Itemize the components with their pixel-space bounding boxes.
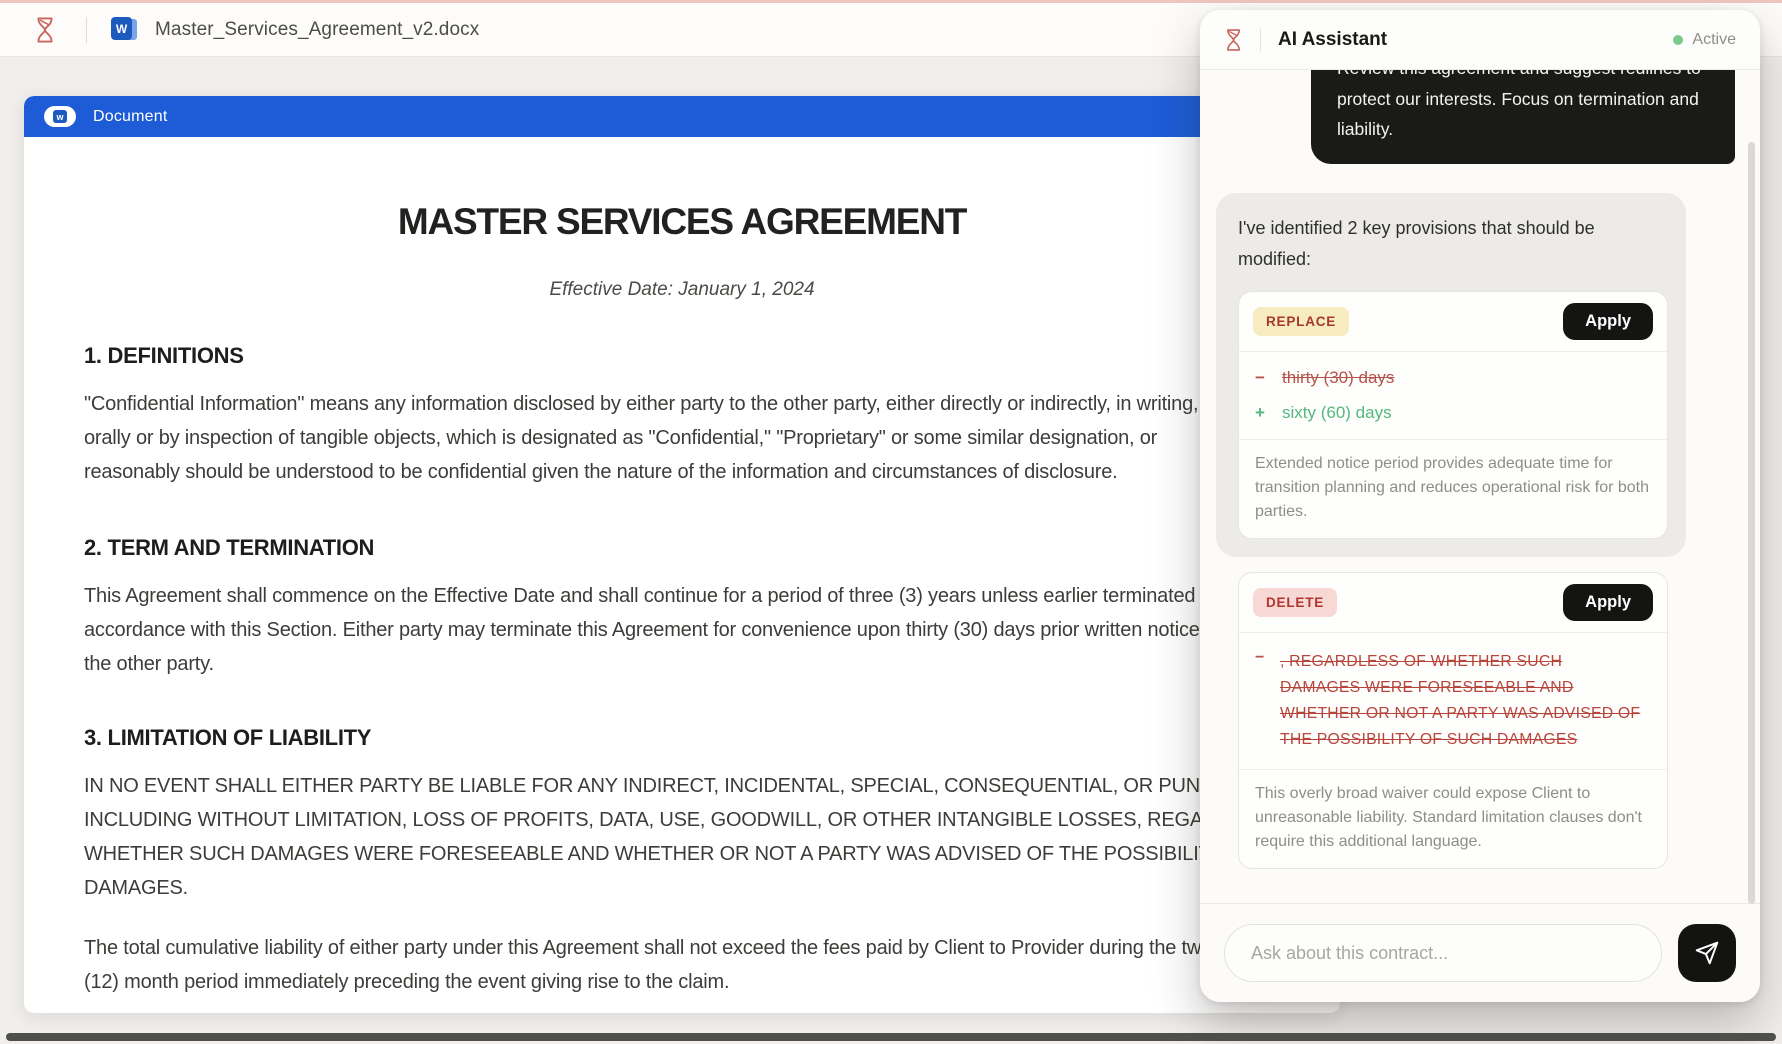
minus-icon: − [1255,368,1267,388]
horizontal-scrollbar[interactable] [6,1033,1776,1041]
status-label: Active [1692,31,1736,49]
assistant-message-bubble: I've identified 2 key provisions that sh… [1216,193,1686,557]
apply-replace-button[interactable]: Apply [1563,303,1653,340]
document-title: MASTER SERVICES AGREEMENT [84,201,1340,247]
hourglass-logo [34,15,56,45]
suggestion-card-delete: DELETE Apply − , REGARDLESS OF WHETHER S… [1238,572,1668,869]
added-text: sixty (60) days [1282,403,1392,423]
document-filename-tab[interactable]: Master_Services_Agreement_v2.docx [155,19,479,41]
hourglass-logo [1224,27,1243,53]
active-dot [1673,35,1683,45]
assistant-input-bar [1200,903,1760,1002]
text-line: reasonably should be understood to be co… [84,455,1340,489]
text-line: THE POSSIBILITY OF SUCH DAMAGES [1280,727,1640,753]
delete-badge: DELETE [1253,588,1337,617]
text-line: , REGARDLESS OF WHETHER SUCH [1280,649,1640,675]
text-line: This Agreement shall commence on the Eff… [84,579,1340,613]
chat-input[interactable] [1224,924,1662,982]
document-viewer: w Document MASTER SERVICES AGREEMENT Eff… [24,96,1340,1013]
topbar-divider [86,17,87,43]
apply-delete-button[interactable]: Apply [1563,584,1653,621]
suggestion-note: Extended notice period provides adequate… [1239,440,1667,538]
suggestion-note: This overly broad waiver could expose Cl… [1239,770,1667,868]
assistant-intro-text: I've identified 2 key provisions that sh… [1238,213,1668,275]
text-line: (12) month period immediately preceding … [84,965,1340,999]
replace-badge: REPLACE [1253,307,1349,336]
paper-plane-icon [1694,940,1720,966]
document-viewer-header: w Document [24,96,1340,137]
text-line: the other party. [84,647,1340,681]
send-button[interactable] [1678,924,1736,982]
section-paragraph: The total cumulative liability of either… [84,931,1340,999]
diff-zone: − , REGARDLESS OF WHETHER SUCHDAMAGES WE… [1239,633,1667,769]
text-line: WHETHER OR NOT A PARTY WAS ADVISED OF [1280,701,1640,727]
diff-added-row: + sixty (60) days [1255,403,1651,423]
text-line: INCLUDING WITHOUT LIMITATION, LOSS OF PR… [84,803,1340,837]
ai-assistant-panel: Review this agreement and suggest redlin… [1200,10,1760,1002]
section-paragraph: "Confidential Information" means any inf… [84,387,1340,489]
section-heading-definitions: 1. DEFINITIONS [84,343,1340,371]
section-paragraph: IN NO EVENT SHALL EITHER PARTY BE LIABLE… [84,769,1340,905]
text-line: "Confidential Information" means any inf… [84,387,1340,421]
diff-removed-row: − thirty (30) days [1255,368,1651,388]
text-line: IN NO EVENT SHALL EITHER PARTY BE LIABLE… [84,769,1340,803]
text-line: DAMAGES WERE FORESEEABLE AND [1280,675,1640,701]
removed-text-lines: , REGARDLESS OF WHETHER SUCHDAMAGES WERE… [1280,649,1640,753]
diff-removed-block: − , REGARDLESS OF WHETHER SUCHDAMAGES WE… [1255,649,1651,753]
document-icon: w [44,106,76,127]
diff-zone: − thirty (30) days + sixty (60) days [1239,352,1667,439]
text-line: orally or by inspection of tangible obje… [84,421,1340,455]
document-body: MASTER SERVICES AGREEMENT Effective Date… [24,201,1340,999]
suggestion-card-header: REPLACE Apply [1239,292,1667,351]
plus-icon: + [1255,403,1267,423]
assistant-header: AI Assistant Active [1200,10,1760,70]
section-heading-term-termination: 2. TERM AND TERMINATION [84,535,1340,563]
word-file-icon: W [111,17,137,42]
suggestion-card-replace: REPLACE Apply − thirty (30) days + sixty… [1238,291,1668,539]
removed-text: thirty (30) days [1282,368,1394,388]
chat-scrollbar[interactable] [1748,142,1755,904]
document-header-label: Document [93,108,168,126]
section-heading-limitation-liability: 3. LIMITATION OF LIABILITY [84,725,1340,753]
section-paragraph: This Agreement shall commence on the Eff… [84,579,1340,681]
document-effective-date: Effective Date: January 1, 2024 [84,279,1340,303]
suggestion-card-header: DELETE Apply [1239,573,1667,632]
minus-icon: − [1255,649,1267,753]
header-divider [1260,28,1261,52]
text-line: DAMAGES. [84,871,1340,905]
text-line: accordance with this Section. Either par… [84,613,1340,647]
assistant-title: AI Assistant [1278,29,1673,51]
text-line: The total cumulative liability of either… [84,931,1340,965]
text-line: WHETHER SUCH DAMAGES WERE FORESEEABLE AN… [84,837,1340,871]
